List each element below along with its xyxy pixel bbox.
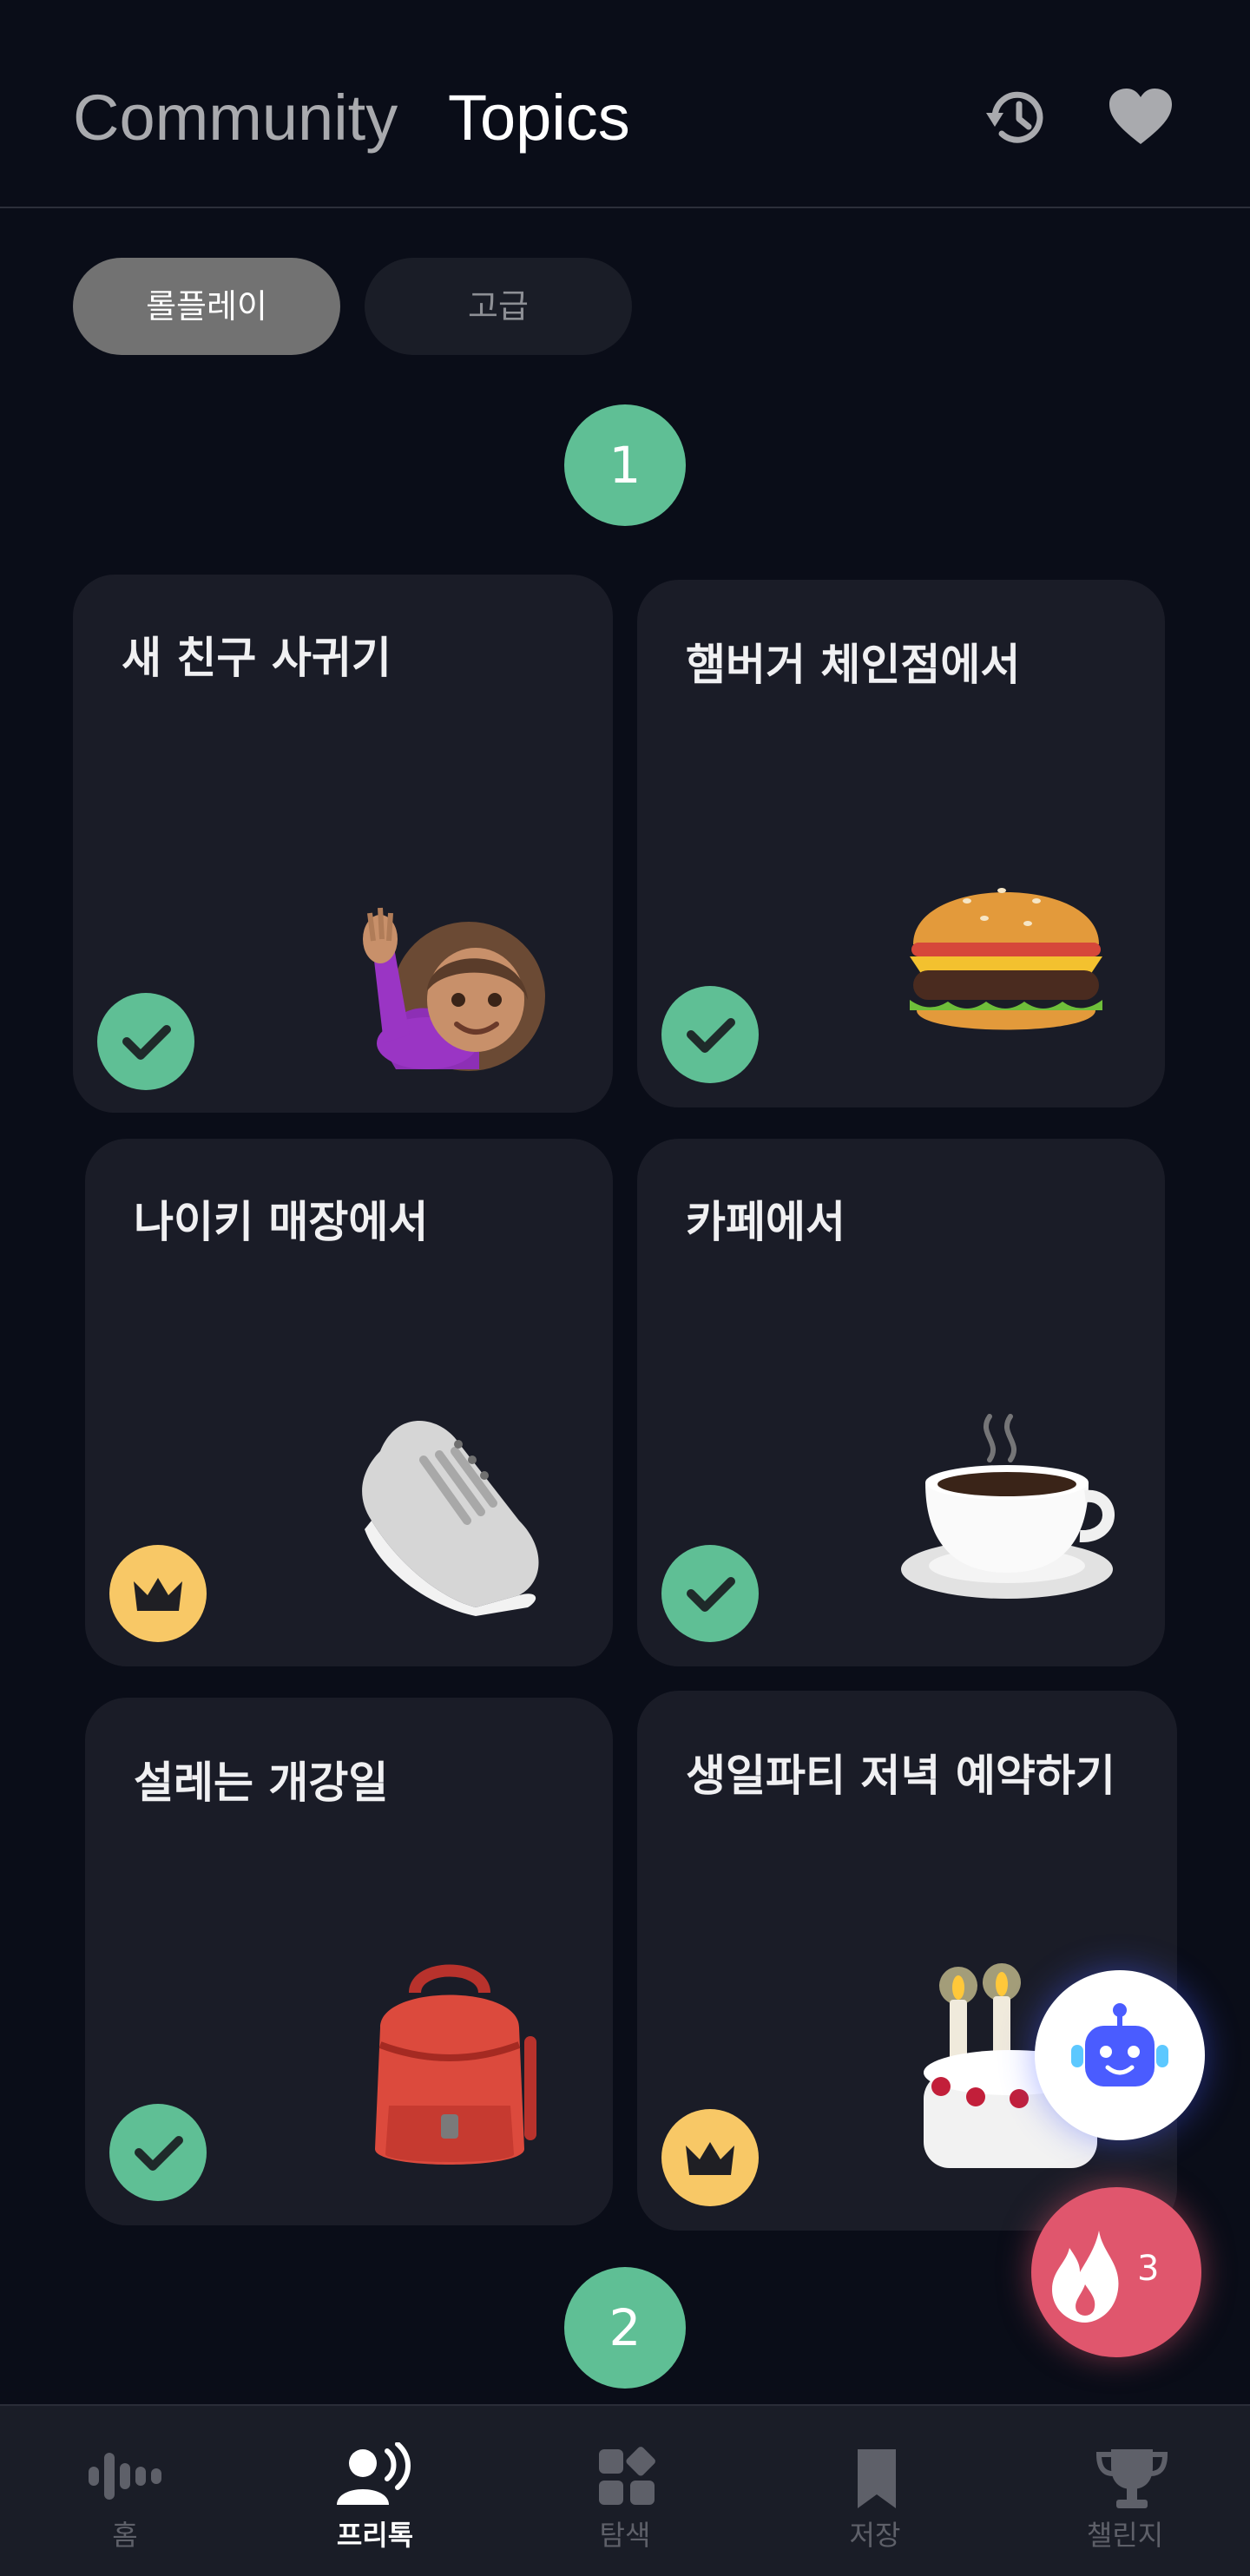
topic-card-title: 카페에서 — [686, 1197, 845, 1247]
check-icon — [135, 2136, 183, 2171]
topic-card[interactable]: 햄버거 체인점에서 — [637, 580, 1165, 1107]
flame-icon — [1052, 2231, 1119, 2323]
crown-icon — [686, 2142, 734, 2175]
step-1-indicator: 1 — [564, 404, 686, 526]
step-2-indicator: 2 — [564, 2267, 686, 2389]
nav-label: 챌린지 — [1086, 2519, 1164, 2552]
speaking-person-icon — [337, 2442, 411, 2505]
bottom-navigation: 홈 프리톡 탐색 저장 챌린지 — [0, 2404, 1250, 2576]
nav-free-talk[interactable]: 프리톡 — [250, 2406, 500, 2576]
robot-icon — [1071, 2003, 1168, 2086]
crown-icon — [134, 1578, 182, 1611]
filter-advanced[interactable]: 고급 — [365, 258, 632, 355]
tab-community[interactable]: Community — [73, 76, 398, 160]
topic-card-title: 새 친구 사귀기 — [122, 633, 391, 683]
nav-challenge[interactable]: 챌린지 — [1000, 2406, 1250, 2576]
ai-bot-button[interactable] — [1035, 1970, 1205, 2140]
bookmark-icon — [858, 2449, 896, 2508]
streak-fire-button[interactable]: 3 — [1031, 2187, 1201, 2357]
grid-explore-icon — [599, 2447, 655, 2505]
history-icon[interactable] — [983, 83, 1052, 153]
sneaker-icon — [345, 1390, 554, 1620]
nav-label: 프리톡 — [336, 2519, 414, 2552]
sound-wave-icon — [89, 2453, 161, 2500]
topic-card[interactable]: 새 친구 사귀기 — [73, 575, 613, 1113]
hamburger-icon — [898, 840, 1115, 1061]
completed-check-badge — [661, 986, 759, 1083]
woman-raising-hand-icon — [349, 870, 557, 1081]
topic-card-title: 설레는 개강일 — [134, 1758, 389, 1808]
premium-crown-badge — [661, 2109, 759, 2206]
nav-label: 저장 — [849, 2519, 901, 2552]
topic-card-title: 나이키 매장에서 — [134, 1197, 429, 1247]
check-icon — [122, 1025, 171, 1060]
tab-topics[interactable]: Topics — [448, 76, 630, 160]
completed-check-badge — [109, 2104, 207, 2201]
heart-icon[interactable] — [1106, 83, 1175, 153]
trophy-icon — [1095, 2449, 1168, 2508]
topic-card[interactable]: 설레는 개강일 — [85, 1698, 613, 2225]
topic-card-title: 햄버거 체인점에서 — [686, 640, 1021, 690]
topic-card[interactable]: 생일파티 저녁 예약하기 — [637, 1691, 1177, 2231]
coffee-cup-icon — [894, 1399, 1120, 1611]
completed-check-badge — [661, 1545, 759, 1642]
premium-crown-badge — [109, 1545, 207, 1642]
topic-card[interactable]: 나이키 매장에서 — [85, 1139, 613, 1666]
nav-label: 홈 — [112, 2519, 138, 2552]
topic-card[interactable]: 카페에서 — [637, 1139, 1165, 1666]
check-icon — [687, 1018, 735, 1053]
completed-check-badge — [97, 993, 194, 1090]
streak-count: 3 — [1137, 2249, 1160, 2289]
top-header: Community Topics — [0, 0, 1250, 208]
nav-explore[interactable]: 탐색 — [500, 2406, 750, 2576]
check-icon — [687, 1577, 735, 1612]
nav-label: 탐색 — [599, 2519, 651, 2552]
nav-home[interactable]: 홈 — [0, 2406, 250, 2576]
nav-saved[interactable]: 저장 — [750, 2406, 1000, 2576]
topic-card-title: 생일파티 저녁 예약하기 — [686, 1751, 1115, 1801]
backpack-icon — [354, 1958, 545, 2178]
filter-roleplay[interactable]: 롤플레이 — [73, 258, 340, 355]
